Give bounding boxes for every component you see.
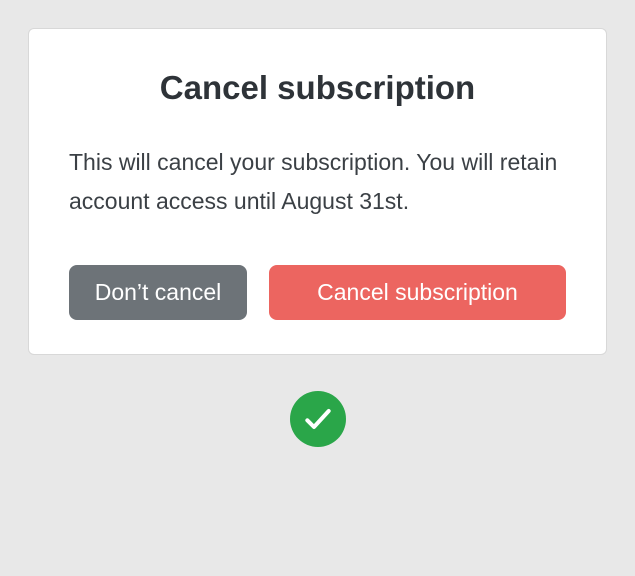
checkmark-icon [290, 391, 346, 447]
cancel-subscription-modal: Cancel subscription This will cancel you… [28, 28, 607, 355]
modal-button-row: Don’t cancel Cancel subscription [69, 265, 566, 320]
dont-cancel-button[interactable]: Don’t cancel [69, 265, 247, 320]
cancel-subscription-button[interactable]: Cancel subscription [269, 265, 566, 320]
modal-title: Cancel subscription [69, 69, 566, 107]
modal-body-text: This will cancel your subscription. You … [69, 143, 566, 221]
status-indicator [290, 391, 346, 447]
